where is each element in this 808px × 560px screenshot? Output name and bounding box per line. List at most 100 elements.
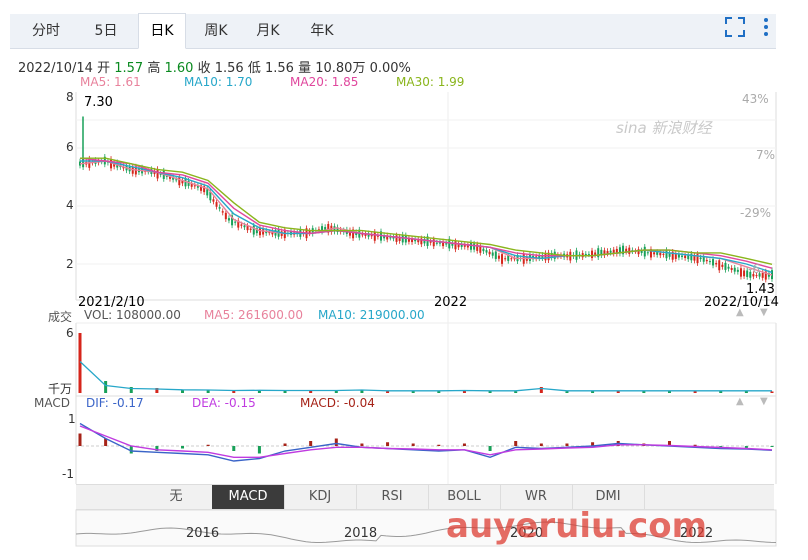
watermark-overlay: auyeruiu.com [446, 506, 708, 546]
candle-body [438, 242, 441, 244]
candle-body [606, 251, 609, 254]
candle-body [494, 251, 497, 259]
macd-bar [257, 446, 261, 454]
y-tick-2: 2 [66, 257, 74, 271]
candle-body [175, 179, 178, 181]
overview-year-2018: 2018 [344, 526, 378, 541]
candle-body [708, 261, 711, 263]
volume-bar [309, 391, 313, 393]
macd-bar [770, 446, 774, 447]
volume-bar [411, 391, 415, 393]
macd-bar [360, 443, 364, 446]
candle-body [501, 254, 504, 264]
watermark-logo: sina 新浪财经 [616, 119, 712, 137]
candle-body [712, 259, 715, 266]
candle-body [718, 260, 721, 271]
volume-ma10-line [79, 361, 772, 392]
candle-body [463, 245, 466, 247]
x-label-2022: 2022 [434, 295, 468, 310]
tab-kdj[interactable]: KDJ [284, 485, 357, 509]
volume-bar [232, 391, 236, 393]
candle-body [435, 242, 438, 244]
candle-body [504, 258, 507, 260]
candle-body [389, 237, 392, 239]
candle-body [404, 235, 407, 243]
candle-body [497, 255, 500, 259]
candle-body [724, 262, 727, 270]
candle-body [395, 235, 398, 242]
macd-bar [334, 438, 338, 446]
candle-body [218, 207, 221, 209]
candle-body [584, 253, 587, 256]
candle-body [653, 252, 656, 255]
candle-body [234, 221, 237, 223]
macd-ytop: 1 [68, 412, 76, 426]
candle-body [373, 231, 376, 241]
volume-bar [719, 391, 723, 393]
candle-body [361, 234, 364, 236]
macd-value: MACD: -0.04 [300, 396, 375, 410]
tab-macd[interactable]: MACD [212, 485, 285, 509]
macd-down-arrow-icon[interactable]: ▼ [760, 396, 768, 407]
macd-dea: DEA: -0.15 [192, 396, 256, 410]
macd-bar [181, 446, 185, 449]
candle-body [510, 258, 513, 260]
candle-body [262, 229, 265, 235]
macd-bar [309, 441, 313, 446]
volume-bar [770, 391, 774, 393]
candle-body [258, 228, 261, 236]
overview-year-2016: 2016 [186, 526, 220, 541]
volume-bar [616, 391, 620, 393]
candle-body [662, 253, 665, 255]
candle-body [736, 269, 739, 272]
macd-bar [488, 446, 492, 451]
macd-bar [206, 444, 210, 446]
candle-body [684, 255, 687, 259]
ma-line-ma10 [80, 160, 773, 274]
candle-body [665, 250, 668, 259]
candle-body [212, 199, 215, 202]
volume-unit: 千万 [48, 382, 73, 396]
volume-bar [642, 391, 646, 393]
candle-body [240, 224, 243, 226]
volume-bar [514, 391, 518, 393]
candle-body [628, 247, 631, 254]
candle-body [469, 242, 472, 250]
ma-line-ma30 [80, 157, 773, 265]
vol-up-arrow-icon[interactable]: ▲ [736, 307, 744, 318]
macd-bar [565, 443, 569, 446]
tab-rsi[interactable]: RSI [356, 485, 429, 509]
volume-bar [591, 391, 595, 393]
vol-down-arrow-icon[interactable]: ▼ [760, 307, 768, 318]
volume-bar [283, 391, 287, 393]
y-tick-6: 6 [66, 140, 74, 154]
candle-body [482, 248, 485, 252]
volume-ymax: 6 [66, 326, 74, 340]
candle-body [488, 251, 491, 255]
volume-bar [693, 391, 697, 393]
macd-ybottom: -1 [62, 467, 74, 481]
macd-bar [283, 443, 287, 446]
volume-bar [334, 391, 338, 393]
candle-body [445, 243, 448, 245]
candle-body [699, 257, 702, 260]
volume-bar [565, 391, 569, 393]
volume-bar [386, 391, 390, 393]
pct-tick-3: -29% [740, 206, 772, 220]
candle-body [156, 168, 159, 179]
candle-body [656, 251, 659, 255]
volume-ma10: MA10: 219000.00 [318, 308, 425, 322]
volume-vol: VOL: 108000.00 [84, 308, 181, 322]
y-tick-4: 4 [66, 198, 74, 212]
macd-bar [514, 441, 518, 446]
pct-tick-4: -6 [748, 262, 760, 276]
tab-none[interactable]: 无 [140, 485, 213, 509]
ma-line-ma20 [79, 157, 773, 269]
macd-up-arrow-icon[interactable]: ▲ [736, 396, 744, 407]
volume-bar [104, 381, 108, 393]
candle-body [646, 252, 649, 254]
candle-body [681, 255, 684, 257]
candle-body [587, 254, 590, 256]
candle-body [224, 212, 227, 220]
candle-body [206, 189, 209, 196]
